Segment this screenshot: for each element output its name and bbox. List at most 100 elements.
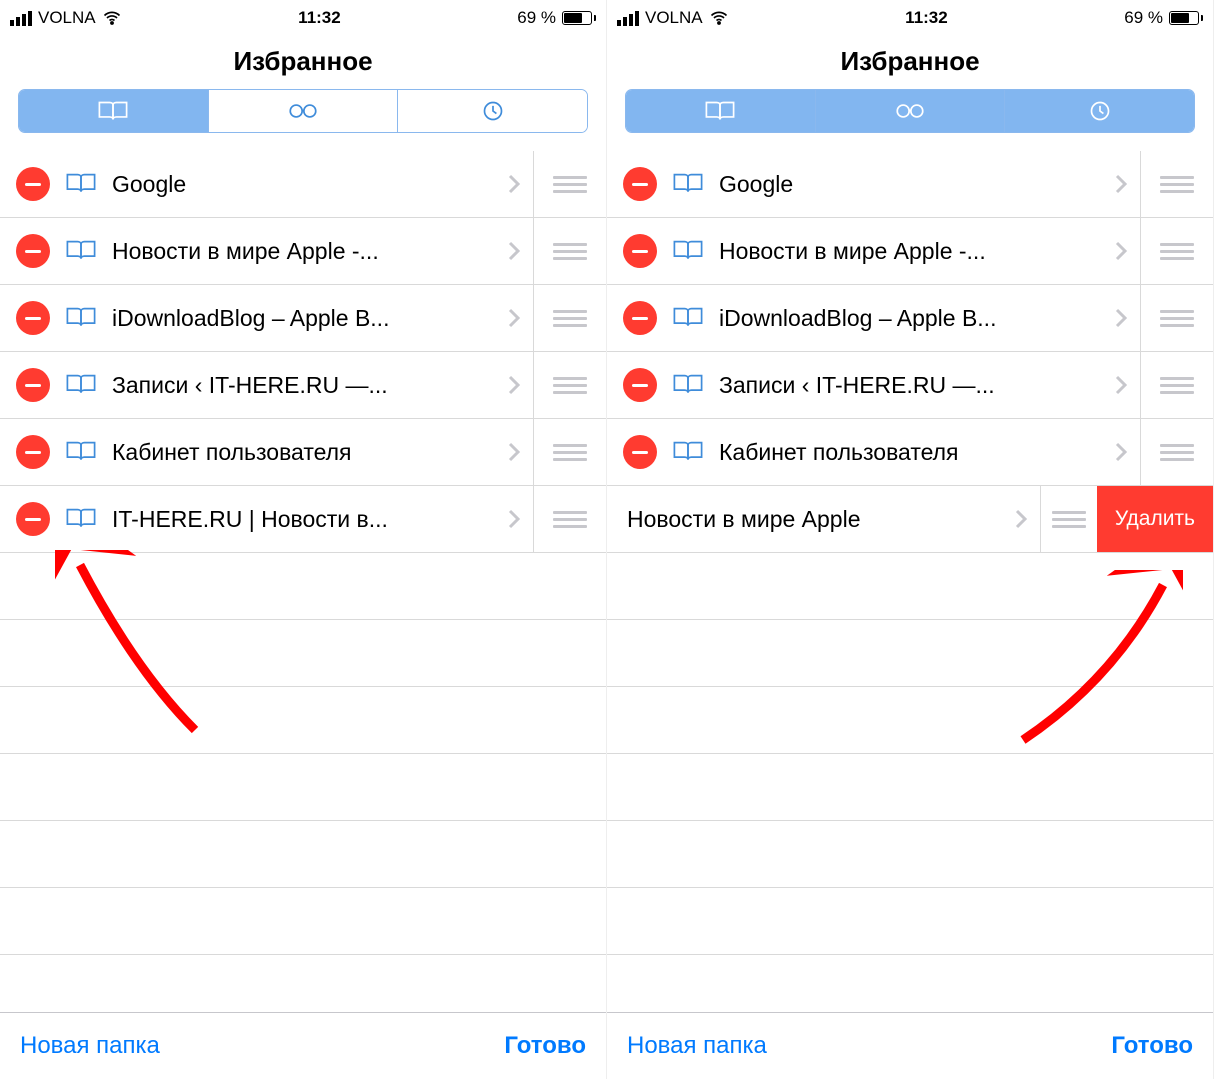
empty-row bbox=[607, 888, 1213, 955]
drag-handle[interactable] bbox=[534, 310, 606, 327]
list-item[interactable]: Новости в мире Apple -... bbox=[0, 218, 606, 285]
tab-reading-list[interactable] bbox=[208, 90, 398, 132]
new-folder-button[interactable]: Новая папка bbox=[20, 1032, 160, 1060]
tab-reading-list[interactable] bbox=[815, 90, 1005, 132]
empty-row bbox=[607, 821, 1213, 888]
bookmark-icon bbox=[64, 303, 98, 333]
delete-action-button[interactable]: Удалить bbox=[1097, 486, 1213, 552]
list-item-swiped[interactable]: Новости в мире Apple Удалить bbox=[607, 486, 1213, 553]
list-item[interactable]: iDownloadBlog – Apple B... bbox=[607, 285, 1213, 352]
delete-minus-button[interactable] bbox=[623, 234, 657, 268]
tab-bookmarks[interactable] bbox=[626, 90, 815, 132]
chevron-right-icon bbox=[499, 240, 529, 262]
chevron-right-icon bbox=[1106, 173, 1136, 195]
chevron-right-icon bbox=[499, 173, 529, 195]
chevron-right-icon bbox=[1006, 508, 1036, 530]
list-item[interactable]: Записи ‹ IT-HERE.RU —... bbox=[0, 352, 606, 419]
list-item[interactable]: Кабинет пользователя bbox=[0, 419, 606, 486]
drag-handle[interactable] bbox=[1141, 377, 1213, 394]
list-item-label: iDownloadBlog – Apple B... bbox=[719, 305, 1106, 332]
list-item[interactable]: iDownloadBlog – Apple B... bbox=[0, 285, 606, 352]
list-item-label: Записи ‹ IT-HERE.RU —... bbox=[719, 372, 1106, 399]
list-item-label: Новости в мире Apple bbox=[627, 506, 1006, 533]
bottom-toolbar: Новая папка Готово bbox=[0, 1012, 606, 1079]
drag-handle[interactable] bbox=[534, 444, 606, 461]
bookmark-icon bbox=[671, 236, 705, 266]
clock: 11:32 bbox=[905, 8, 948, 28]
list-item-label: Новости в мире Apple -... bbox=[112, 238, 499, 265]
bookmark-icon bbox=[671, 437, 705, 467]
chevron-right-icon bbox=[499, 374, 529, 396]
drag-handle[interactable] bbox=[534, 243, 606, 260]
empty-row bbox=[0, 687, 606, 754]
segmented-tabs bbox=[18, 89, 588, 133]
delete-minus-button[interactable] bbox=[16, 301, 50, 335]
delete-minus-button[interactable] bbox=[16, 435, 50, 469]
list-item-label: Записи ‹ IT-HERE.RU —... bbox=[112, 372, 499, 399]
empty-row bbox=[607, 687, 1213, 754]
page-title: Избранное bbox=[607, 46, 1213, 77]
empty-row bbox=[0, 754, 606, 821]
list-item-label: Кабинет пользователя bbox=[719, 439, 1106, 466]
chevron-right-icon bbox=[499, 441, 529, 463]
tab-history[interactable] bbox=[397, 90, 587, 132]
signal-icon bbox=[617, 11, 639, 26]
list-item[interactable]: Google bbox=[0, 151, 606, 218]
list-item-label: Google bbox=[719, 171, 1106, 198]
page-header: Избранное bbox=[0, 36, 606, 89]
list-item[interactable]: Google bbox=[607, 151, 1213, 218]
chevron-right-icon bbox=[1106, 307, 1136, 329]
drag-handle[interactable] bbox=[1141, 176, 1213, 193]
screen-left: VOLNA 11:32 69 % Избранное bbox=[0, 0, 607, 1079]
delete-minus-button[interactable] bbox=[623, 368, 657, 402]
new-folder-button[interactable]: Новая папка bbox=[627, 1032, 767, 1060]
empty-row bbox=[0, 553, 606, 620]
delete-minus-button[interactable] bbox=[16, 234, 50, 268]
list-item[interactable]: Кабинет пользователя bbox=[607, 419, 1213, 486]
drag-handle[interactable] bbox=[1041, 511, 1097, 528]
segmented-tabs bbox=[625, 89, 1195, 133]
list-item[interactable]: Новости в мире Apple -... bbox=[607, 218, 1213, 285]
battery-pct: 69 % bbox=[1124, 8, 1163, 28]
list-item-label: Кабинет пользователя bbox=[112, 439, 499, 466]
empty-row bbox=[607, 754, 1213, 821]
delete-minus-button[interactable] bbox=[623, 167, 657, 201]
empty-row bbox=[607, 553, 1213, 620]
chevron-right-icon bbox=[499, 508, 529, 530]
drag-handle[interactable] bbox=[534, 176, 606, 193]
list-item[interactable]: IT-HERE.RU | Новости в... bbox=[0, 486, 606, 553]
bottom-toolbar: Новая папка Готово bbox=[607, 1012, 1213, 1079]
list-item[interactable]: Записи ‹ IT-HERE.RU —... bbox=[607, 352, 1213, 419]
wifi-icon bbox=[102, 8, 122, 28]
tab-bookmarks[interactable] bbox=[19, 90, 208, 132]
drag-handle[interactable] bbox=[534, 377, 606, 394]
page-title: Избранное bbox=[0, 46, 606, 77]
drag-handle[interactable] bbox=[1141, 310, 1213, 327]
bookmark-list: Google Новости в мире Apple -... iDownlo… bbox=[0, 151, 606, 1012]
chevron-right-icon bbox=[499, 307, 529, 329]
empty-row bbox=[0, 821, 606, 888]
screen-right: VOLNA 11:32 69 % Избранное bbox=[607, 0, 1214, 1079]
drag-handle[interactable] bbox=[1141, 444, 1213, 461]
wifi-icon bbox=[709, 8, 729, 28]
delete-minus-button[interactable] bbox=[623, 435, 657, 469]
page-header: Избранное bbox=[607, 36, 1213, 89]
drag-handle[interactable] bbox=[1141, 243, 1213, 260]
battery-icon bbox=[562, 11, 596, 25]
done-button[interactable]: Готово bbox=[1111, 1032, 1193, 1060]
delete-minus-button[interactable] bbox=[16, 167, 50, 201]
bookmark-list: Google Новости в мире Apple -... iDownlo… bbox=[607, 151, 1213, 1012]
delete-minus-button[interactable] bbox=[16, 502, 50, 536]
drag-handle[interactable] bbox=[534, 511, 606, 528]
bookmark-icon bbox=[671, 370, 705, 400]
bookmark-icon bbox=[64, 437, 98, 467]
carrier-label: VOLNA bbox=[645, 8, 703, 28]
done-button[interactable]: Готово bbox=[504, 1032, 586, 1060]
empty-row bbox=[607, 620, 1213, 687]
list-item-label: IT-HERE.RU | Новости в... bbox=[112, 506, 499, 533]
delete-minus-button[interactable] bbox=[623, 301, 657, 335]
tab-history[interactable] bbox=[1004, 90, 1194, 132]
bookmark-icon bbox=[64, 169, 98, 199]
bookmark-icon bbox=[64, 370, 98, 400]
delete-minus-button[interactable] bbox=[16, 368, 50, 402]
